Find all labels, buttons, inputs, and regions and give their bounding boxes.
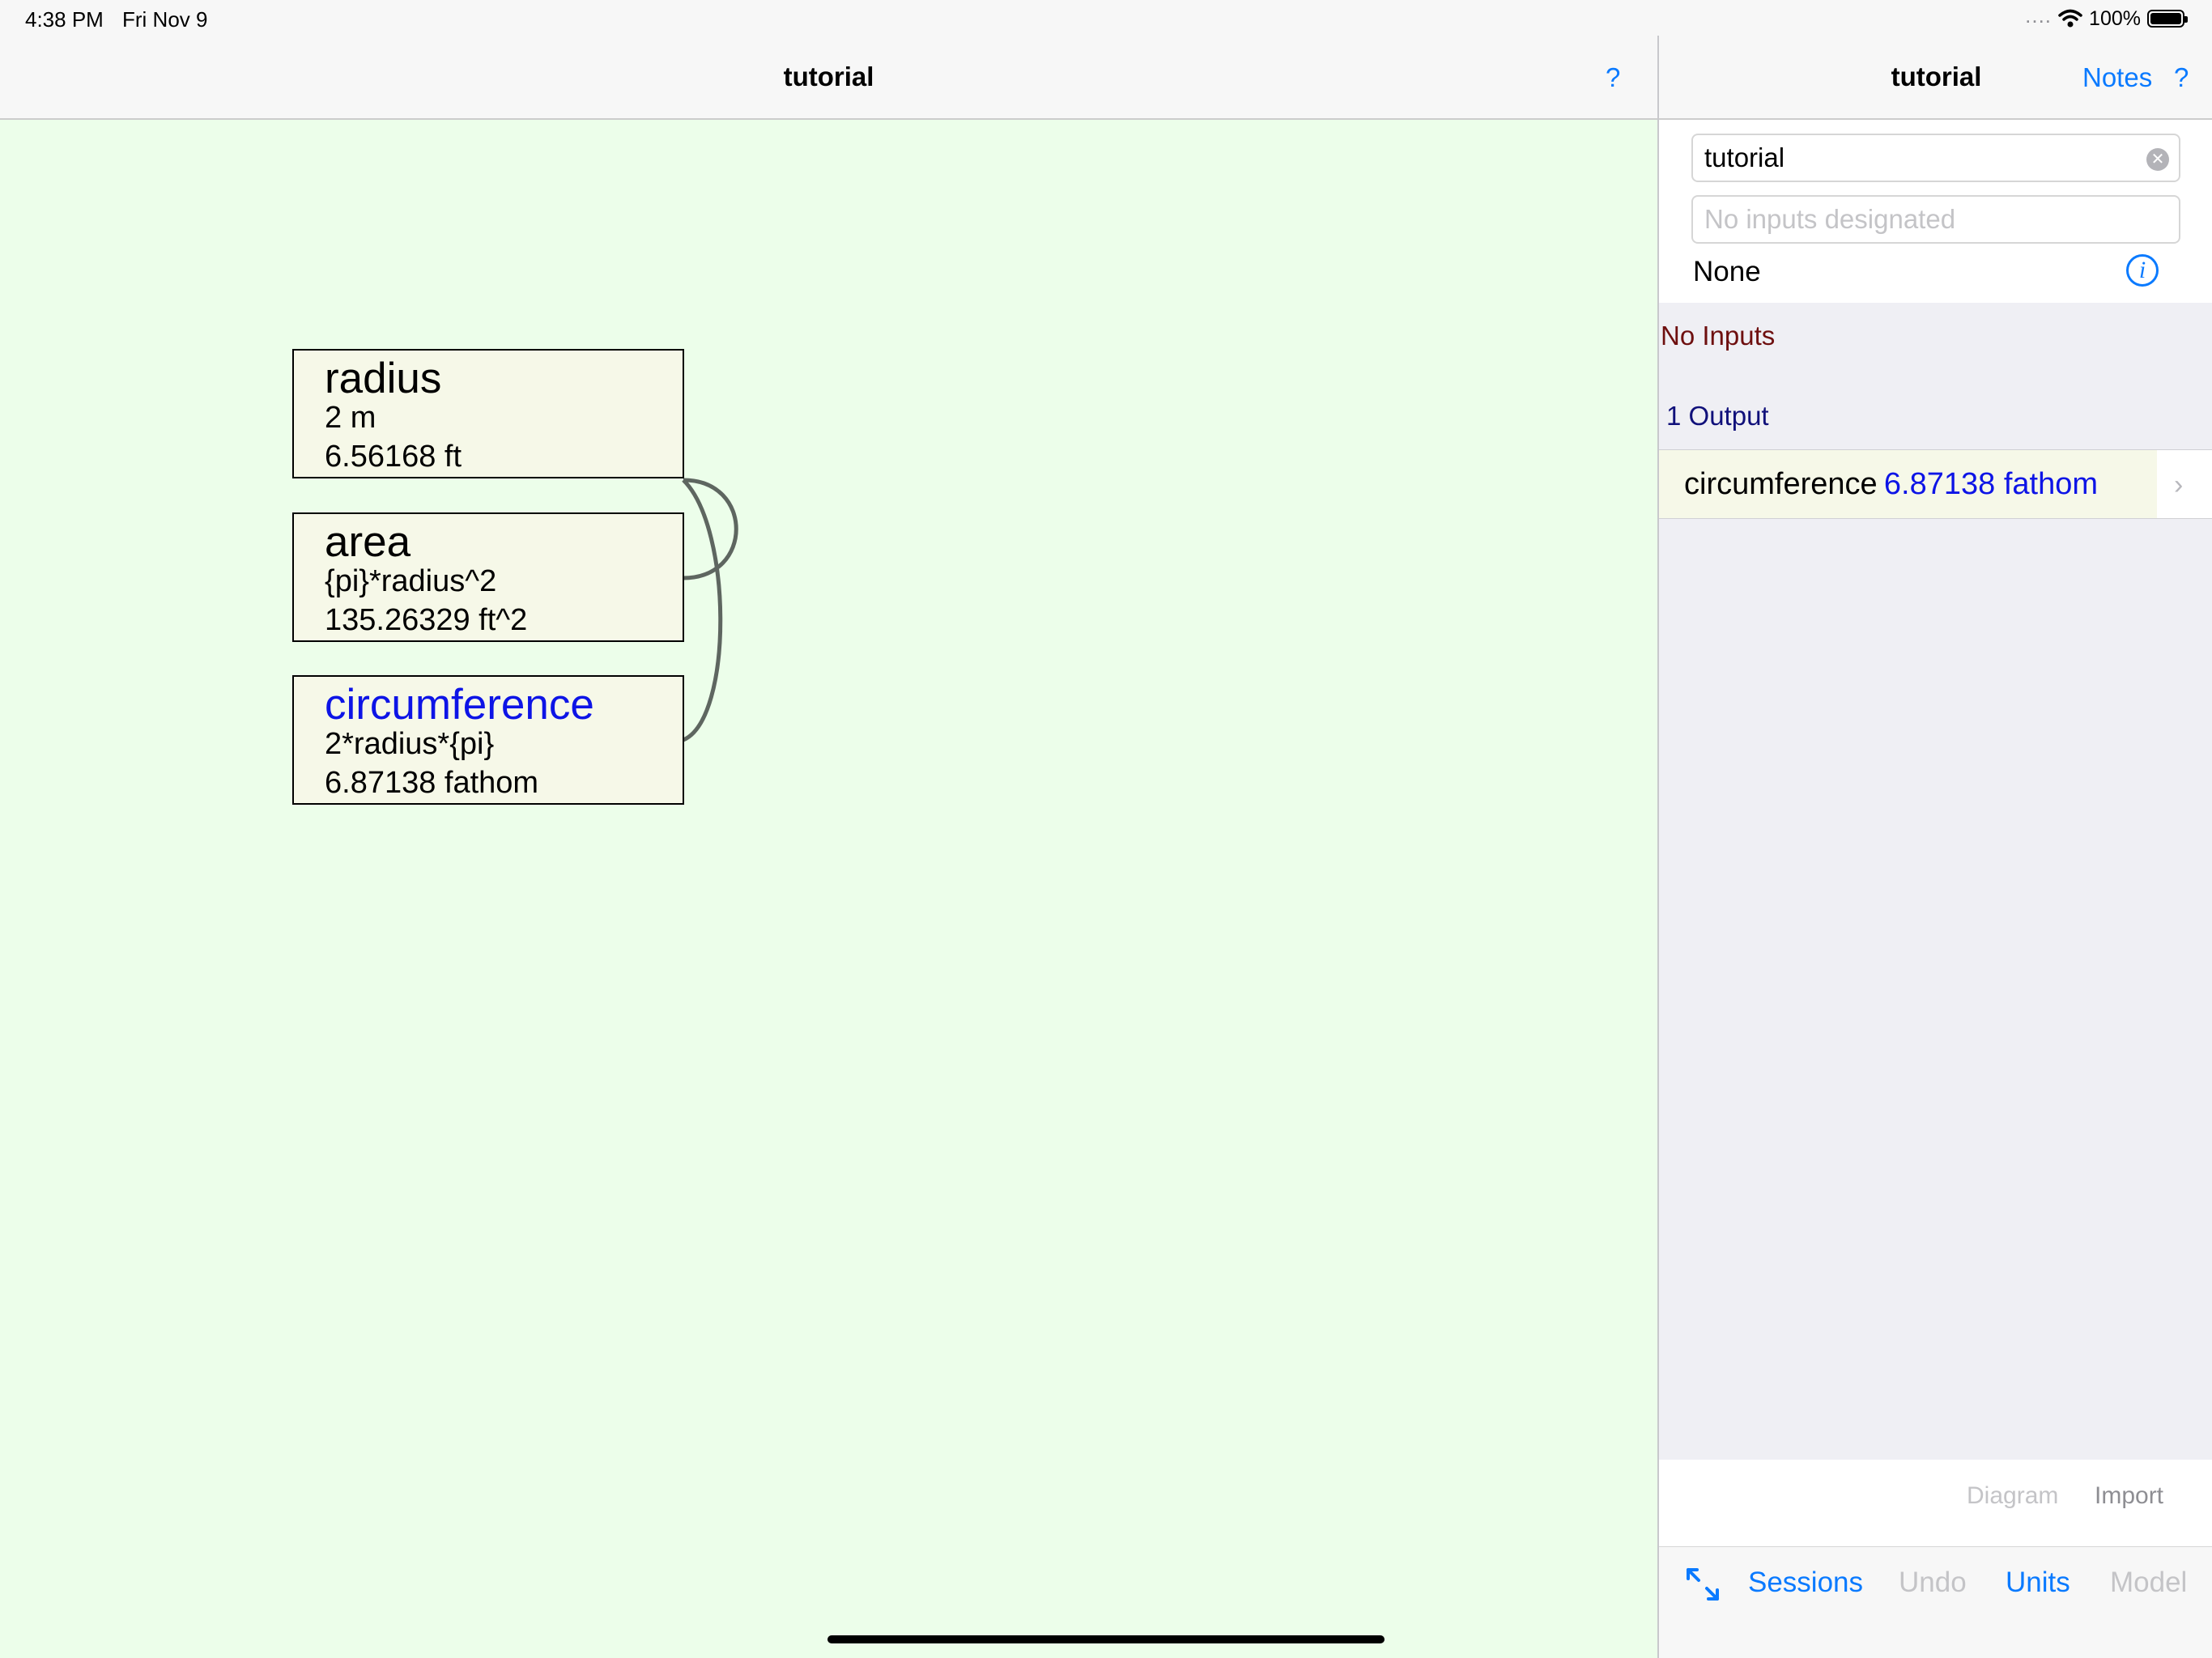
model-name-field[interactable]: ✕ [1691,134,2180,182]
model-panel: tutorial Notes ? ✕ None i No Inputs 1 Ou… [1657,0,2212,1658]
output-row-cell: circumference 6.87138 fathom [1659,450,2157,518]
diagram-button[interactable]: Diagram [1967,1482,2058,1510]
tab-undo[interactable]: Undo [1899,1567,1967,1599]
model-help-button[interactable]: ? [2174,62,2189,93]
battery-percent: 100% [2089,6,2141,30]
import-button[interactable]: Import [2095,1482,2163,1510]
diagram-canvas[interactable]: radius 2 m 6.56168 ft area {pi}*radius^2… [0,120,1657,1658]
info-icon[interactable]: i [2126,254,2159,287]
tab-sessions[interactable]: Sessions [1748,1567,1863,1599]
status-time: 4:38 PM [25,7,104,32]
diagram-help-button[interactable]: ? [1606,62,1620,93]
selection-label: None [1693,256,1761,287]
node-name: radius [325,355,442,402]
output-name: circumference [1684,467,1878,501]
expand-icon[interactable] [1683,1565,1722,1604]
diagram-title: tutorial [783,62,874,91]
inputs-designation-input[interactable] [1704,197,2125,242]
tab-model[interactable]: Model [2110,1567,2187,1599]
wifi-icon [2058,9,2082,28]
no-inputs-label: No Inputs [1661,321,1776,351]
node-formula: {pi}*radius^2 [325,564,497,598]
signal-icon: .... [2025,3,2052,28]
tab-units[interactable]: Units [2006,1567,2070,1599]
action-toolbar: Diagram Import [1659,1460,2212,1547]
chevron-right-icon: › [2174,470,2184,500]
clear-icon[interactable]: ✕ [2146,148,2169,171]
inputs-designation-field[interactable] [1691,195,2180,244]
node-formula: 2*radius*{pi} [325,727,495,761]
node-converted-value: 6.87138 fathom [325,766,539,800]
output-row-circumference[interactable]: circumference 6.87138 fathom › [1659,449,2212,519]
node-radius[interactable]: radius 2 m 6.56168 ft [292,349,684,478]
model-form: ✕ None i [1659,120,2212,303]
node-name: area [325,518,411,566]
home-indicator[interactable] [827,1635,1385,1643]
notes-button[interactable]: Notes [2082,62,2152,93]
edge-radius-area [683,478,738,580]
node-area[interactable]: area {pi}*radius^2 135.26329 ft^2 [292,512,684,642]
outputs-header: 1 Output [1666,401,1769,431]
tab-bar: Sessions Undo Units Model [1659,1547,2212,1658]
node-converted-value: 6.56168 ft [325,440,462,474]
model-name-input[interactable] [1704,135,2125,181]
status-indicators: .... 100% [2025,3,2188,31]
output-value: 6.87138 fathom [1883,467,2098,501]
edge-radius-circumference [682,478,723,742]
dependency-edges [682,478,738,742]
status-bar: 4:38 PM Fri Nov 9 .... 100% [0,0,2212,36]
diagram-panel: tutorial ? radius 2 m 6.56168 ft area {p… [0,0,1657,1658]
node-converted-value: 135.26329 ft^2 [325,603,528,637]
status-date: Fri Nov 9 [122,7,208,32]
node-name: circumference [325,681,594,729]
node-circumference[interactable]: circumference 2*radius*{pi} 6.87138 fath… [292,675,684,805]
node-value: 2 m [325,401,376,435]
battery-icon [2147,10,2188,28]
